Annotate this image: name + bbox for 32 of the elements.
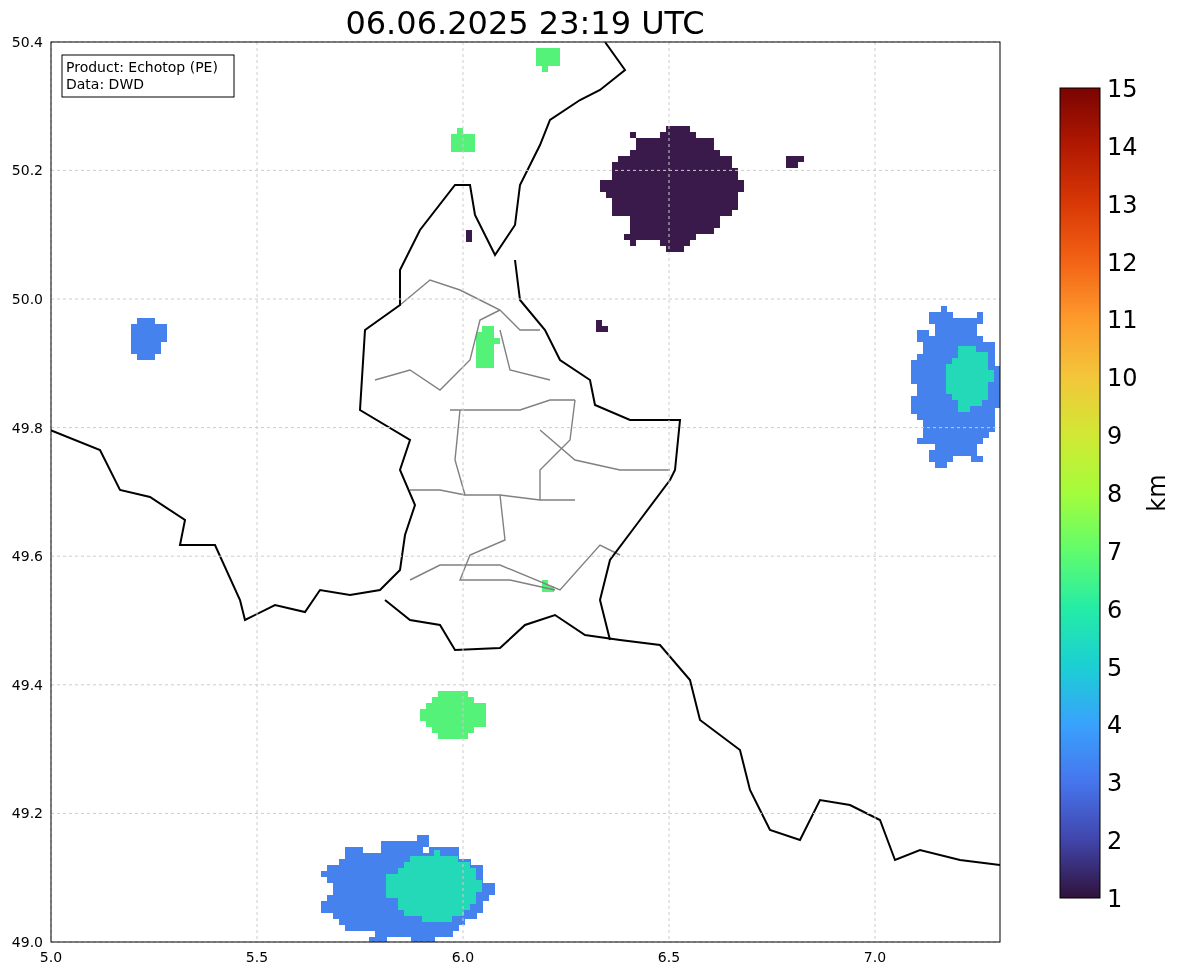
axis-tick-label: 50.2 xyxy=(11,162,43,179)
colorbar-tick-label: 14 xyxy=(1107,132,1138,161)
axis-tick-label: 6.5 xyxy=(657,949,681,965)
colorbar-tick-label: 9 xyxy=(1107,422,1123,451)
axis-tick-label: 49.2 xyxy=(11,805,43,822)
colorbar-tick-label: 11 xyxy=(1107,306,1138,335)
axis-tick-label: 7.0 xyxy=(863,949,887,965)
colorbar-tick-label: 4 xyxy=(1107,711,1123,740)
axis-tick-label: 49.4 xyxy=(11,676,43,693)
colorbar-tick-label: 8 xyxy=(1107,480,1123,508)
axis-tick-label: 49.6 xyxy=(11,548,43,565)
legend-text: Product: Echotop (PE) xyxy=(66,59,218,75)
axis-tick-label: 5.5 xyxy=(245,949,269,965)
colorbar-tick-label: 2 xyxy=(1107,827,1123,856)
colorbar-tick-label: 13 xyxy=(1107,190,1138,219)
colorbar-tick-label: 7 xyxy=(1107,537,1123,566)
axis-tick-label: 50.0 xyxy=(11,291,43,307)
legend-text: Data: DWD xyxy=(66,76,144,92)
map-title: 06.06.2025 23:19 UTC xyxy=(345,4,705,42)
axis-tick-label: 50.4 xyxy=(11,33,43,50)
colorbar-tick-label: 3 xyxy=(1107,769,1123,798)
axis-tick-label: 5.0 xyxy=(39,949,63,965)
axis-tick-label: 49.8 xyxy=(11,419,43,436)
colorbar-tick-label: 6 xyxy=(1107,595,1123,624)
colorbar-tick-label: 15 xyxy=(1107,75,1138,103)
colorbar-tick-label: 5 xyxy=(1107,653,1123,682)
colorbar-tick-label: 10 xyxy=(1107,364,1138,393)
axis-tick-label: 6.0 xyxy=(451,949,475,965)
colorbar-label: km xyxy=(1143,474,1171,512)
colorbar-tick-label: 12 xyxy=(1107,248,1138,277)
colorbar-tick-label: 1 xyxy=(1107,885,1123,913)
axis-tick-label: 49.0 xyxy=(11,934,43,950)
